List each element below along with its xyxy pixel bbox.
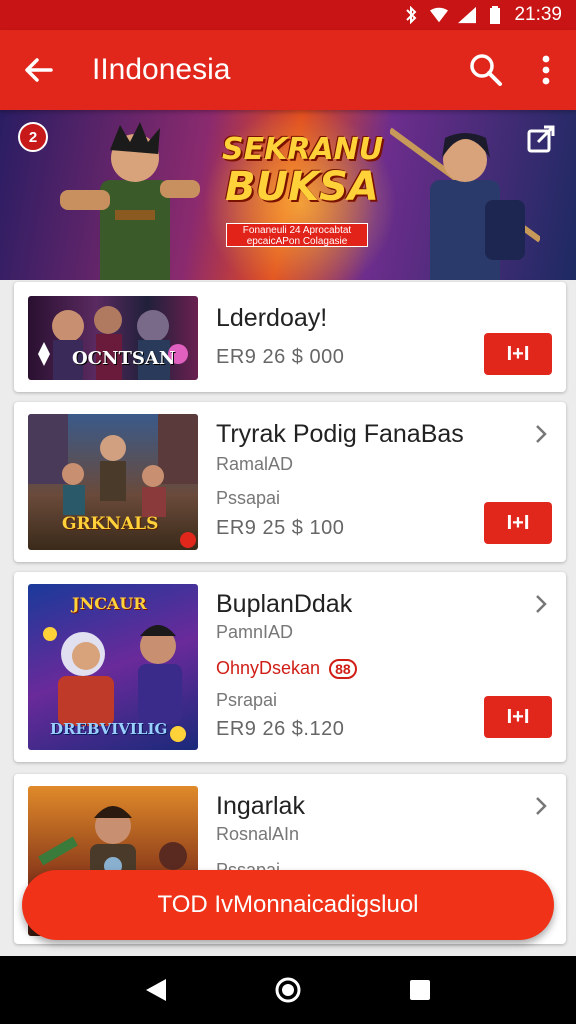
game-thumbnail: JNCAUR DREBVIVILIG: [28, 584, 198, 750]
overflow-menu-button[interactable]: [516, 30, 576, 110]
chevron-right-icon[interactable]: [530, 423, 552, 445]
share-icon: [527, 125, 555, 153]
nav-home-button[interactable]: [268, 970, 308, 1010]
game-detail: Pssapai: [216, 488, 281, 508]
nav-recents-button[interactable]: [400, 970, 440, 1010]
more-vert-icon: [542, 55, 550, 85]
thumbnail-label: GRKNALS: [62, 514, 159, 534]
main-cta-button[interactable]: TOD IvMonnaicadigsluol: [22, 870, 554, 940]
game-subtitle: PamnIAD: [216, 622, 294, 642]
game-name: Lderdoay!: [216, 304, 328, 332]
square-recents-icon: [410, 980, 430, 1000]
banner-title: SEKRANU BUKSA: [222, 132, 384, 210]
promo-badge: 88: [329, 659, 357, 679]
banner-title-line2: BUKSA: [225, 163, 379, 210]
thumbnail-label: OCNTSAN: [72, 348, 176, 369]
list-item[interactable]: JNCAUR DREBVIVILIG BuplanDdak PamnIAD Oh…: [14, 572, 566, 762]
banner-hero-left-image: [60, 122, 200, 280]
battery-icon: [486, 6, 504, 24]
status-time: 21:39: [514, 4, 562, 25]
game-price: ER9 26 $.120: [216, 718, 345, 740]
chevron-right-icon[interactable]: [530, 593, 552, 615]
circle-home-icon: [275, 977, 301, 1003]
game-name: Tryrak Podig FanaBas: [216, 420, 464, 448]
app-bar: IIndonesia: [0, 30, 576, 110]
buy-button[interactable]: I+I: [484, 333, 552, 375]
back-button[interactable]: [0, 30, 76, 110]
list-item[interactable]: GRKNALS Tryrak Podig FanaBas RamalAD Pss…: [14, 402, 566, 562]
nav-back-button[interactable]: [136, 970, 176, 1010]
game-price: ER9 26 $ 000: [216, 346, 345, 368]
game-name: Ingarlak: [216, 792, 305, 820]
promo-banner[interactable]: 2 SEKRANU BUKSA Fonaneuli 24 Aprocabtat …: [0, 110, 576, 280]
status-bar: 21:39: [0, 0, 576, 30]
page-title: IIndonesia: [92, 53, 231, 86]
game-thumbnail: GRKNALS: [28, 414, 198, 550]
game-thumbnail: OCNTSAN: [28, 296, 198, 380]
game-subtitle: RosnalAIn: [216, 824, 300, 844]
banner-tagline: Fonaneuli 24 Aprocabtat epcaicAPon Colag…: [226, 223, 368, 247]
search-icon: [470, 54, 502, 86]
search-button[interactable]: [456, 30, 516, 110]
list-item[interactable]: OCNTSAN Lderdoay! ER9 26 $ 000 I+I: [14, 282, 566, 392]
buy-button[interactable]: I+I: [484, 696, 552, 738]
banner-title-line1: SEKRANU: [222, 132, 384, 167]
banner-badge: 2: [18, 122, 48, 152]
system-nav-bar: [0, 956, 576, 1024]
wifi-icon: [430, 6, 449, 24]
thumbnail-label: DREBVIVILIG: [50, 720, 168, 738]
share-button[interactable]: [526, 124, 556, 154]
bluetooth-icon: [402, 6, 420, 24]
arrow-back-icon: [25, 58, 53, 82]
game-detail: Psrapai: [216, 690, 278, 710]
promo-text: OhnyDsekan: [216, 658, 321, 678]
triangle-back-icon: [146, 979, 166, 1001]
chevron-right-icon[interactable]: [530, 795, 552, 817]
banner-hero-right-image: [390, 127, 540, 280]
buy-button[interactable]: I+I: [484, 502, 552, 544]
game-promo: OhnyDsekan 88: [216, 658, 357, 679]
signal-icon: [458, 6, 477, 24]
game-name: BuplanDdak: [216, 590, 353, 618]
game-subtitle: RamalAD: [216, 454, 294, 474]
game-price: ER9 25 $ 100: [216, 517, 345, 539]
thumbnail-top-label: JNCAUR: [72, 594, 147, 613]
